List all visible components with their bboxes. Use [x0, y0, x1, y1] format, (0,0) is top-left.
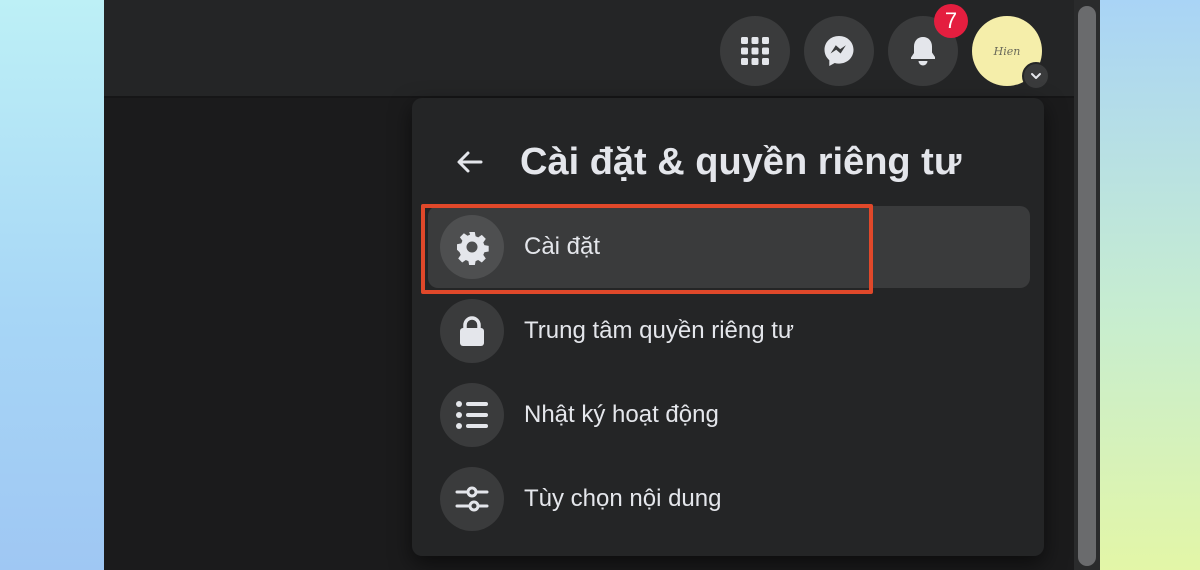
lock-icon — [440, 299, 504, 363]
avatar-logo-text: Hien — [993, 44, 1021, 58]
menu-item-label: Tùy chọn nội dung — [524, 485, 722, 512]
notification-badge: 7 — [934, 4, 968, 38]
account-menu-button[interactable] — [1022, 62, 1050, 90]
menu-grid-icon — [741, 37, 769, 65]
bell-icon — [911, 37, 935, 66]
sliders-icon — [440, 467, 504, 531]
scrollbar-track[interactable] — [1074, 0, 1100, 570]
menu-item-content-preferences[interactable]: Tùy chọn nội dung — [428, 458, 1030, 540]
menu-item-label: Nhật ký hoạt động — [524, 401, 719, 428]
menu-item-label: Trung tâm quyền riêng tư — [524, 317, 794, 344]
menu-button[interactable] — [720, 16, 790, 86]
menu-item-activity-log[interactable]: Nhật ký hoạt động — [428, 374, 1030, 456]
panel-header: Cài đặt & quyền riêng tư — [412, 136, 1044, 206]
back-button[interactable] — [444, 136, 496, 188]
back-arrow-icon — [457, 151, 483, 173]
chevron-down-icon — [1031, 73, 1041, 79]
messenger-icon — [824, 36, 854, 66]
scrollbar-thumb[interactable] — [1078, 6, 1096, 566]
panel-title: Cài đặt & quyền riêng tư — [520, 141, 962, 183]
background-left — [0, 0, 104, 570]
menu-item-privacy-center[interactable]: Trung tâm quyền riêng tư — [428, 290, 1030, 372]
settings-privacy-menu: Cài đặt & quyền riêng tư Cài đặt Trung t… — [412, 98, 1044, 556]
highlight-box — [421, 204, 873, 294]
list-icon — [440, 383, 504, 447]
messenger-button[interactable] — [804, 16, 874, 86]
background-right — [1100, 0, 1200, 570]
